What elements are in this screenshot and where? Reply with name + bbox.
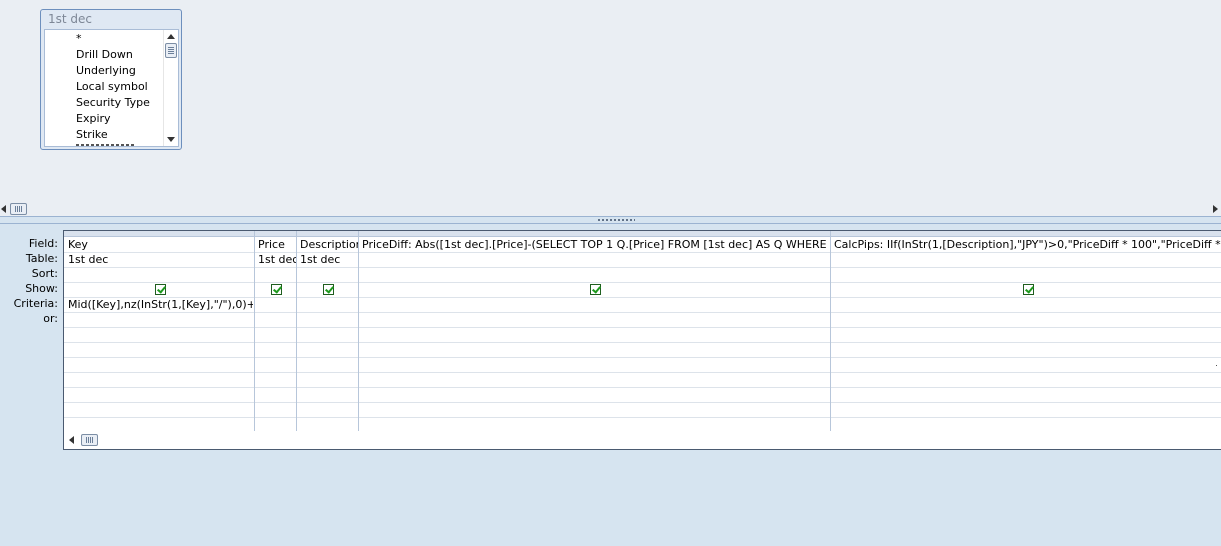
grid-criteria-cell[interactable]: Mid([Key],nz(InStr(1,[Key],"/"),0)+1,1) <box>65 297 253 312</box>
table-field-list-items[interactable]: * Drill Down Underlying Local symbol Sec… <box>44 29 179 147</box>
grid-table-cell[interactable]: 1st dec <box>255 252 296 267</box>
field-list-item[interactable]: Expiry <box>76 112 111 125</box>
query-design-upper-pane: 1st dec * Drill Down Underlying Local sy… <box>0 0 1221 202</box>
scroll-up-icon[interactable] <box>167 34 175 39</box>
grid-horizontal-scrollbar[interactable] <box>64 433 1221 447</box>
field-list-item[interactable]: Underlying <box>76 64 136 77</box>
row-label-field: Field: <box>28 237 58 250</box>
show-checkbox[interactable] <box>155 284 166 295</box>
field-list-item[interactable]: Drill Down <box>76 48 133 61</box>
row-label-show: Show: <box>25 282 58 295</box>
field-list-item-partial[interactable] <box>76 144 136 146</box>
row-label-sort: Sort: <box>31 267 58 280</box>
show-checkbox[interactable] <box>590 284 601 295</box>
row-label-or: or: <box>43 312 58 325</box>
field-list-item[interactable]: Local symbol <box>76 80 148 93</box>
grid-table-cell[interactable]: 1st dec <box>297 252 358 267</box>
upper-pane-horizontal-scrollbar[interactable] <box>0 202 1221 216</box>
pane-splitter[interactable] <box>0 216 1221 224</box>
scroll-left-icon[interactable] <box>69 436 74 444</box>
field-list-item[interactable]: Security Type <box>76 96 150 109</box>
scroll-right-icon[interactable] <box>1213 205 1218 213</box>
show-checkbox[interactable] <box>323 284 334 295</box>
row-label-table: Table: <box>25 252 58 265</box>
show-checkbox[interactable] <box>1023 284 1034 295</box>
splitter-grip-icon[interactable] <box>597 218 635 222</box>
grid-table-cell[interactable]: 1st dec <box>65 252 253 267</box>
row-label-criteria: Criteria: <box>13 297 58 310</box>
field-list-item[interactable]: Strike <box>76 128 108 141</box>
show-checkbox[interactable] <box>271 284 282 295</box>
field-list-scrollbar[interactable] <box>163 30 178 146</box>
grid-field-cell[interactable]: PriceDiff: Abs([1st dec].[Price]-(SELECT… <box>359 237 830 252</box>
table-field-list-1st-dec[interactable]: 1st dec * Drill Down Underlying Local sy… <box>40 9 182 150</box>
scroll-left-icon[interactable] <box>1 205 6 213</box>
scroll-thumb[interactable] <box>165 43 177 58</box>
grid-sort-cell[interactable] <box>65 267 253 282</box>
scroll-thumb[interactable] <box>81 434 98 446</box>
query-design-grid[interactable]: Key 1st dec Mid([Key],nz(InStr(1,[Key],"… <box>63 230 1221 450</box>
grid-field-cell[interactable]: Key <box>65 237 253 252</box>
scroll-thumb[interactable] <box>10 203 27 215</box>
grid-field-cell[interactable]: Description <box>297 237 358 252</box>
scroll-down-icon[interactable] <box>167 137 175 142</box>
field-list-item[interactable]: * <box>76 32 82 45</box>
grid-field-cell[interactable]: Price <box>255 237 296 252</box>
grid-field-cell[interactable]: CalcPips: IIf(InStr(1,[Description],"JPY… <box>831 237 1221 252</box>
table-field-list-title[interactable]: 1st dec <box>48 12 92 26</box>
